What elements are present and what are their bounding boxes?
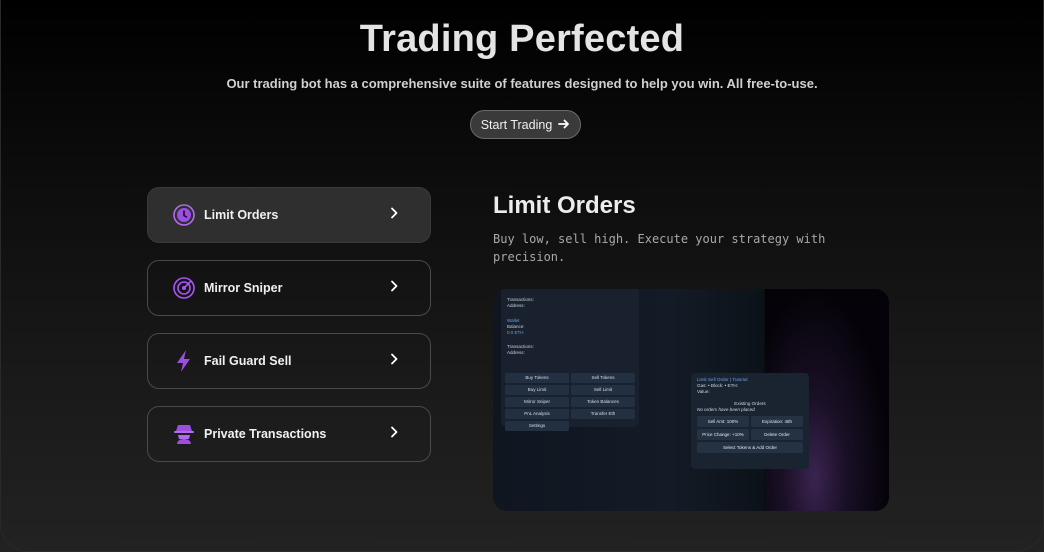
feature-label: Limit Orders [204,208,279,222]
lightning-icon [172,349,196,373]
clock-icon [172,203,196,227]
chat-button-grid: Buy Tokens Sell Tokens Buy Limit Sell Li… [505,373,635,431]
feature-detail-title: Limit Orders [493,192,636,219]
chat-line: Address: [507,350,525,355]
chevron-right-icon [384,425,404,443]
feature-item-limit-orders[interactable]: Limit Orders [147,187,431,243]
chat-button: Token Balances [571,397,635,407]
chat-button: Mirror Sniper [505,397,569,407]
start-trading-button[interactable]: Start Trading [470,110,581,139]
order-button: Sell Amt: 100% [697,416,749,427]
chevron-right-icon [384,352,404,370]
chat-address [507,309,633,315]
order-value: Value: [697,389,710,394]
chat-button: Settings [505,421,569,431]
chat-button: Transfer Eth [571,409,635,419]
page-subtitle: Our trading bot has a comprehensive suit… [226,76,818,91]
feature-detail-description: Buy low, sell high. Execute your strateg… [493,232,826,264]
feature-label: Fail Guard Sell [204,354,292,368]
chevron-right-icon [384,206,404,224]
feature-item-mirror-sniper[interactable]: Mirror Sniper [147,260,431,316]
feature-label: Mirror Sniper [204,281,283,295]
order-button: Expiration: 48h [751,416,803,427]
order-button: Price Change: +10% [697,429,749,440]
order-none: No orders have been placed [697,407,755,412]
chat-button: Sell Limit [571,385,635,395]
arrow-right-icon [558,117,570,133]
chat-button: Buy Limit [505,385,569,395]
order-button-grid: Sell Amt: 100% Expiration: 48h Price Cha… [697,416,803,453]
preview-chat-panel: Transactions: Address: Wallet Balance: 0… [501,289,639,431]
order-button: Delete Order [751,429,803,440]
page-title: Trading Perfected [359,18,685,60]
preview-order-panel: Limit Sell Order | Tutorial Gas: • Block… [691,373,809,469]
feature-label: Private Transactions [204,427,327,441]
feature-item-private-transactions[interactable]: Private Transactions [147,406,431,462]
feature-preview-image: Transactions: Address: Wallet Balance: 0… [493,289,889,511]
start-trading-label: Start Trading [480,117,553,132]
chat-button: Buy Tokens [505,373,569,383]
chat-button: Sell Tokens [571,373,635,383]
spy-icon [172,422,196,446]
chat-line: 0.0 ETH [507,330,524,335]
order-footer-button: Select Tokens & Add Order [697,442,803,453]
feature-item-fail-guard-sell[interactable]: Fail Guard Sell [147,333,431,389]
chat-button: PnL Analysis [505,409,569,419]
chevron-right-icon [384,279,404,297]
target-icon [172,276,196,300]
